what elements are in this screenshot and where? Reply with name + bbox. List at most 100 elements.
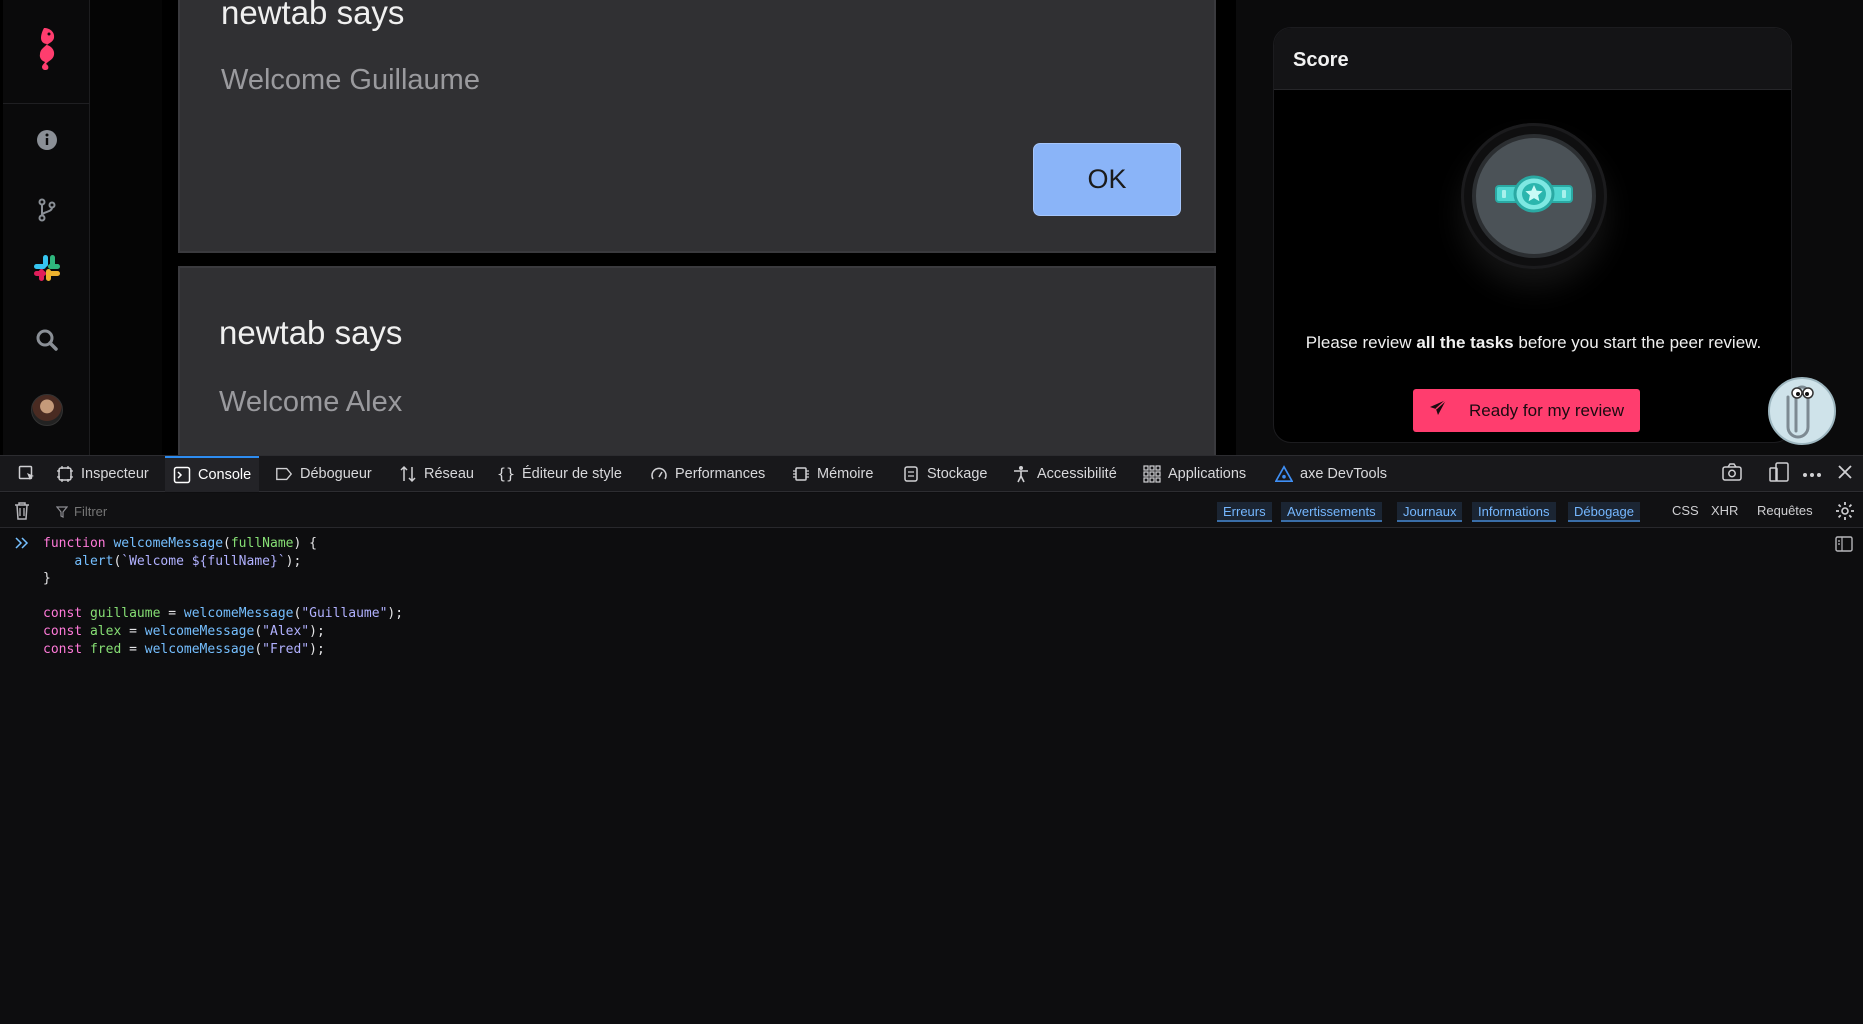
tab-accessibilite[interactable]: Accessibilité <box>1004 456 1125 492</box>
review-instruction: Please review all the tasks before you s… <box>1274 333 1791 353</box>
tab-debogueur[interactable]: Débogueur <box>267 456 380 492</box>
app-area: newtab says Welcome Guillaume OK newtab … <box>0 0 1863 455</box>
tab-axe-devtools[interactable]: axe DevTools <box>1267 456 1395 492</box>
code-line: const guillaume = welcomeMessage("Guilla… <box>43 606 404 622</box>
alert-message: Welcome Alex <box>219 386 403 418</box>
applications-icon <box>1143 465 1161 483</box>
screenshot-button[interactable] <box>1722 462 1742 486</box>
memory-icon <box>792 465 810 483</box>
tab-stockage[interactable]: Stockage <box>894 456 995 492</box>
sidebar-item-slack[interactable] <box>3 242 90 298</box>
code-line: const alex = welcomeMessage("Alex"); <box>43 624 325 639</box>
console-settings-button[interactable] <box>1835 501 1855 526</box>
inspector-icon <box>56 465 74 483</box>
code-line: alert(`Welcome ${fullName}`); <box>74 553 302 569</box>
level-filter-logs[interactable]: Journaux <box>1397 502 1463 522</box>
alert-dialog-guillaume: newtab says Welcome Guillaume OK <box>178 0 1216 253</box>
filter-input[interactable] <box>56 500 456 522</box>
send-icon <box>1429 399 1447 422</box>
tab-label: Performances <box>675 466 766 482</box>
slack-icon <box>32 253 62 288</box>
tab-label: Applications <box>1168 466 1247 482</box>
console-icon <box>173 466 191 484</box>
toggle-editor-button[interactable] <box>1835 536 1853 556</box>
code-line: function welcomeMessage(fullName) { <box>43 536 317 551</box>
more-options-button[interactable] <box>1803 465 1821 483</box>
alert-message: Welcome Guillaume <box>221 64 480 96</box>
tab-label: Console <box>198 467 252 483</box>
alert-dialog-alex: newtab says Welcome Alex <box>178 266 1216 455</box>
ellipsis-icon <box>1802 465 1822 483</box>
gear-icon <box>1835 502 1855 525</box>
search-icon <box>35 328 59 357</box>
accessibility-icon <box>1012 465 1030 483</box>
debugger-icon <box>275 465 293 483</box>
camera-icon <box>1722 462 1742 486</box>
tab-label: Stockage <box>927 466 988 482</box>
info-icon <box>36 129 58 156</box>
responsive-mode-icon <box>1769 461 1789 487</box>
tab-label: Réseau <box>424 466 474 482</box>
style-editor-icon: {} <box>496 465 516 483</box>
sidebar-item-info[interactable] <box>3 114 90 170</box>
clear-console-button[interactable] <box>14 501 30 526</box>
responsive-design-button[interactable] <box>1769 461 1789 483</box>
performance-icon <box>650 465 668 483</box>
level-filter-info[interactable]: Informations <box>1472 502 1556 522</box>
code-line: const fred = welcomeMessage("Fred"); <box>43 641 325 657</box>
tab-label: Éditeur de style <box>522 466 622 482</box>
tab-console[interactable]: Console <box>165 456 260 492</box>
tab-label: Mémoire <box>817 466 874 482</box>
alert-title: newtab says <box>221 0 405 31</box>
score-badge <box>1461 123 1607 269</box>
tab-editeur-de-style[interactable]: {} Éditeur de style <box>489 456 630 492</box>
badge-inner <box>1472 134 1596 258</box>
tab-inspecteur[interactable]: Inspecteur <box>48 456 157 492</box>
network-icon <box>399 465 417 483</box>
paperclip-icon <box>1784 379 1820 443</box>
seahorse-icon <box>35 26 59 77</box>
tab-label: Accessibilité <box>1037 466 1117 482</box>
avatar <box>30 394 63 426</box>
close-devtools-button[interactable] <box>1836 464 1854 483</box>
tab-reseau[interactable]: Réseau <box>391 456 482 492</box>
trash-icon <box>14 502 30 525</box>
git-branch-icon <box>37 198 57 227</box>
request-filter-requests[interactable]: Requêtes <box>1757 503 1813 518</box>
review-text-suffix: before you start the peer review. <box>1513 333 1762 352</box>
devtools-toolbar: Inspecteur Console Débogueur Réseau {} É… <box>0 456 1863 492</box>
code-line: } <box>43 571 51 587</box>
tab-label: Inspecteur <box>81 466 149 482</box>
alert-title: newtab says <box>219 314 403 351</box>
level-filter-debug[interactable]: Débogage <box>1568 502 1640 522</box>
level-filter-warnings[interactable]: Avertissements <box>1281 502 1382 522</box>
console-output[interactable]: function welcomeMessage(fullName) { aler… <box>0 528 1863 1024</box>
championship-belt-icon <box>1494 172 1574 221</box>
sidebar-logo[interactable] <box>3 0 90 104</box>
axe-icon <box>1275 465 1293 483</box>
console-prompt-icon <box>15 536 29 554</box>
sidebar-item-search[interactable] <box>3 314 90 370</box>
ready-button-label: Ready for my review <box>1469 400 1624 420</box>
review-text-bold: all the tasks <box>1416 333 1514 352</box>
review-text-prefix: Please review <box>1305 333 1417 352</box>
request-filter-xhr[interactable]: XHR <box>1711 503 1738 518</box>
element-picker-icon <box>18 465 36 483</box>
split-panel-icon <box>1835 536 1853 556</box>
assistant-clippy-button[interactable] <box>1768 377 1836 445</box>
element-picker-button[interactable] <box>10 456 44 492</box>
page-divider <box>1216 0 1236 455</box>
ok-button[interactable]: OK <box>1033 143 1181 216</box>
sidebar-item-branch[interactable] <box>3 184 90 240</box>
sidebar <box>3 0 90 455</box>
ready-for-review-button[interactable]: Ready for my review <box>1413 389 1640 432</box>
level-filter-errors[interactable]: Erreurs <box>1217 502 1272 522</box>
sidebar-item-profile[interactable] <box>3 382 90 438</box>
tab-performances[interactable]: Performances <box>642 456 773 492</box>
tab-memoire[interactable]: Mémoire <box>784 456 881 492</box>
tab-label: Débogueur <box>300 466 372 482</box>
request-filter-css[interactable]: CSS <box>1672 503 1699 518</box>
tab-applications[interactable]: Applications <box>1135 456 1254 492</box>
console-filter-bar: Erreurs Avertissements Journaux Informat… <box>0 493 1863 528</box>
storage-icon <box>902 465 920 483</box>
